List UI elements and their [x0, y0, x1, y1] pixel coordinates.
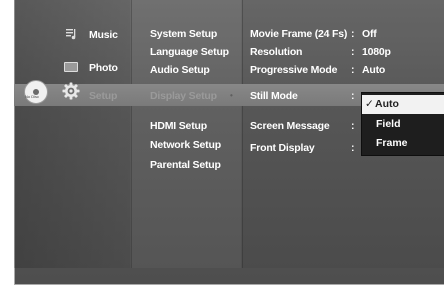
setting-sep: :: [351, 142, 355, 154]
setting-label-resolution[interactable]: Resolution: [250, 46, 302, 58]
menu-item-music[interactable]: Music: [89, 29, 118, 41]
setting-sep: :: [351, 46, 355, 58]
gear-icon: [62, 82, 80, 100]
setting-sep: :: [351, 28, 355, 40]
dropdown-option-field[interactable]: Field: [362, 115, 444, 134]
dropdown-option-auto[interactable]: ✓Auto: [362, 95, 444, 114]
still-mode-dropdown[interactable]: ✓Auto Field Frame: [361, 92, 444, 156]
dropdown-option-label: Auto: [375, 98, 399, 110]
setting-label-movie-frame[interactable]: Movie Frame (24 Fs): [250, 28, 347, 40]
setup-item-hdmi[interactable]: HDMI Setup: [150, 120, 207, 132]
setup-item-network[interactable]: Network Setup: [150, 139, 221, 151]
setup-item-language[interactable]: Language Setup: [150, 46, 229, 58]
disc-label: No Disc: [25, 94, 40, 99]
setting-value-progressive-mode: Auto: [362, 64, 386, 76]
setup-item-audio[interactable]: Audio Setup: [150, 64, 210, 76]
dropdown-option-frame[interactable]: Frame: [362, 134, 444, 153]
checkmark-icon: ✓: [365, 98, 374, 110]
setup-item-system[interactable]: System Setup: [150, 28, 217, 40]
photo-icon: [64, 62, 78, 72]
disc-icon: [24, 80, 48, 104]
setting-label-front-display[interactable]: Front Display: [250, 142, 315, 154]
menu-item-photo[interactable]: Photo: [89, 62, 118, 74]
setting-sep: :: [351, 120, 355, 132]
setting-value-movie-frame: Off: [362, 28, 377, 40]
setting-value-resolution: 1080p: [362, 46, 391, 58]
setting-sep: :: [351, 64, 355, 76]
menu-item-setup[interactable]: Setup: [89, 90, 117, 102]
submenu-arrow-icon: •: [230, 91, 233, 100]
setting-label-progressive-mode[interactable]: Progressive Mode: [250, 64, 337, 76]
setup-item-display[interactable]: Display Setup: [150, 90, 217, 102]
setting-label-screen-message[interactable]: Screen Message: [250, 120, 330, 132]
column-divider: [131, 0, 132, 268]
setting-label-still-mode[interactable]: Still Mode: [250, 90, 298, 102]
music-icon: [66, 29, 76, 40]
setup-menu-column: [131, 0, 241, 268]
column-divider: [242, 0, 243, 268]
setting-sep: :: [351, 90, 355, 102]
setup-item-parental[interactable]: Parental Setup: [150, 159, 221, 171]
